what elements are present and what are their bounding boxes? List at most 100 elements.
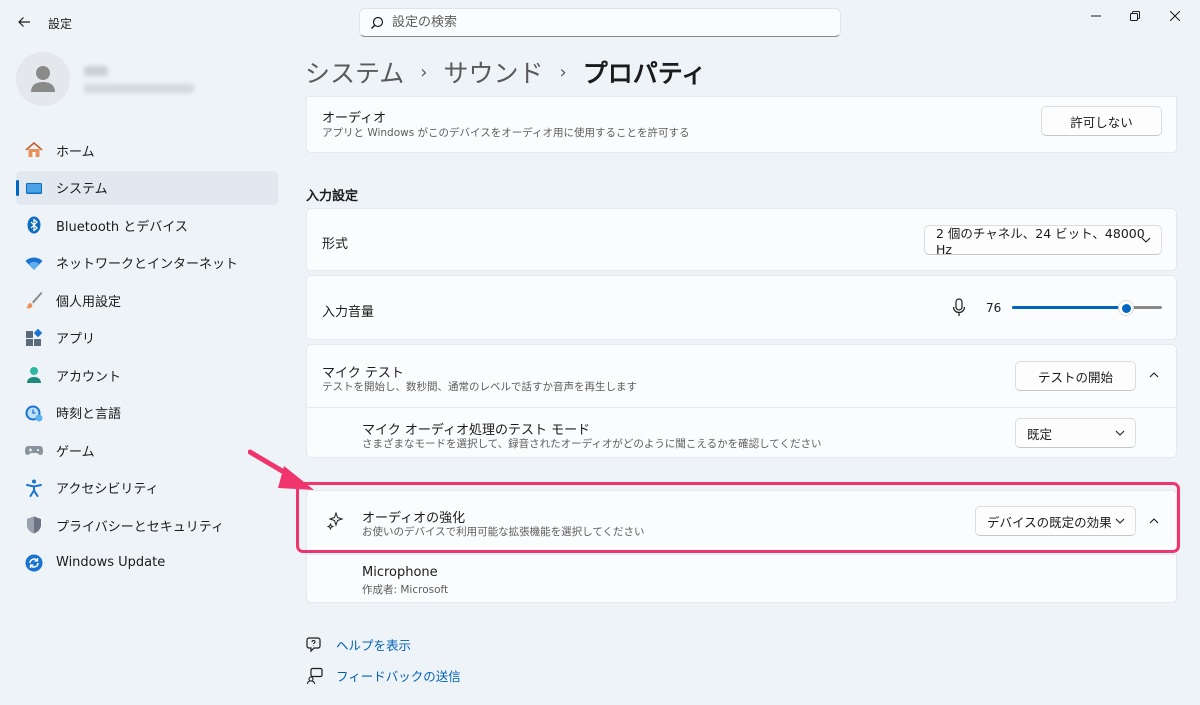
format-card: 形式 2 個のチャネル、24 ビット、48000 Hz xyxy=(306,208,1177,271)
profile-email-redacted xyxy=(84,84,194,93)
chevron-down-icon xyxy=(1141,237,1151,243)
sidebar-item-label: 個人用設定 xyxy=(56,294,122,310)
divider xyxy=(307,554,1176,555)
apps-icon xyxy=(24,328,44,348)
breadcrumb-sound[interactable]: サウンド xyxy=(443,54,543,90)
test-mode-subtitle: さまざまなモードを選択して、録音されたオーディオがどのように聞こえるかを確認して… xyxy=(362,438,822,450)
back-button[interactable] xyxy=(12,10,36,34)
settings-search-box[interactable] xyxy=(359,8,841,37)
enhancements-dropdown[interactable]: デバイスの既定の効果 xyxy=(975,506,1136,536)
sidebar-item-label: プライバシーとセキュリティ xyxy=(56,519,224,535)
enhancements-value: デバイスの既定の効果 xyxy=(987,514,1112,530)
gamepad-icon xyxy=(24,440,44,460)
start-test-button[interactable]: テストの開始 xyxy=(1015,361,1136,391)
format-label: 形式 xyxy=(322,237,349,252)
breadcrumb-system[interactable]: システム xyxy=(305,54,404,90)
sidebar-item-label: Windows Update xyxy=(56,555,166,570)
sidebar-item-label: システム xyxy=(56,182,108,197)
sidebar-item-system[interactable]: システム xyxy=(16,170,278,205)
sidebar-item-label: ネットワークとインターネット xyxy=(56,257,239,272)
audio-subtitle: アプリと Windows がこのデバイスをオーディオ用に使用することを許可する xyxy=(322,127,690,139)
chevron-right-icon: › xyxy=(559,61,567,83)
time-language-icon xyxy=(24,403,44,423)
feedback-link[interactable]: フィードバックの送信 xyxy=(306,666,461,685)
close-icon xyxy=(1170,11,1180,21)
brush-icon xyxy=(24,290,44,310)
microphone-icon[interactable] xyxy=(952,298,966,318)
app-title: 設定 xyxy=(48,17,73,31)
system-icon xyxy=(24,178,44,198)
mic-test-card: マイク テスト テストを開始し、数秒間、通常のレベルで話すか音声を再生します テ… xyxy=(306,344,1177,458)
sidebar-item-privacy-security[interactable]: プライバシーとセキュリティ xyxy=(16,508,278,542)
chevron-up-icon[interactable] xyxy=(1149,372,1159,378)
close-button[interactable] xyxy=(1152,6,1198,26)
sidebar-item-accessibility[interactable]: アクセシビリティ xyxy=(16,471,278,505)
sidebar-item-label: Bluetooth とデバイス xyxy=(56,219,188,235)
format-dropdown[interactable]: 2 個のチャネル、24 ビット、48000 Hz xyxy=(924,225,1162,257)
disallow-audio-button[interactable]: 許可しない xyxy=(1041,106,1162,136)
input-volume-slider[interactable] xyxy=(1012,300,1162,316)
shield-icon xyxy=(24,515,44,535)
sidebar-item-accounts[interactable]: アカウント xyxy=(16,358,278,392)
chevron-down-icon xyxy=(1115,430,1125,436)
slider-fill xyxy=(1012,306,1126,309)
bluetooth-icon xyxy=(24,215,44,235)
sidebar-nav: ホーム システム Bluetooth とデバイス ネットワークとインターネット … xyxy=(16,133,278,583)
enhancement-provider-name: Microphone xyxy=(362,565,438,580)
help-link-label: ヘルプを表示 xyxy=(336,638,412,653)
sidebar-item-time-language[interactable]: 時刻と言語 xyxy=(16,396,278,430)
feedback-icon xyxy=(306,667,324,685)
input-volume-value: 76 xyxy=(986,301,1002,315)
slider-thumb[interactable] xyxy=(1118,300,1134,316)
sidebar-item-home[interactable]: ホーム xyxy=(16,133,278,167)
chevron-down-icon xyxy=(1115,518,1125,524)
sidebar-item-apps[interactable]: アプリ xyxy=(16,321,278,355)
search-icon xyxy=(371,16,384,29)
back-arrow-icon xyxy=(18,17,30,27)
sidebar-item-label: ホーム xyxy=(56,144,95,160)
audio-enhancements-card: オーディオの強化 お使いのデバイスで利用可能な拡張機能を選択してください デバイ… xyxy=(306,490,1177,603)
test-mode-dropdown[interactable]: 既定 xyxy=(1015,418,1136,448)
sidebar-item-personalization[interactable]: 個人用設定 xyxy=(16,283,278,317)
accessibility-icon xyxy=(24,478,44,498)
mic-test-subtitle: テストを開始し、数秒間、通常のレベルで話すか音声を再生します xyxy=(322,381,637,393)
account-icon xyxy=(24,365,44,385)
page-title: プロパティ xyxy=(582,59,707,88)
feedback-link-label: フィードバックの送信 xyxy=(336,669,461,684)
input-volume-label: 入力音量 xyxy=(322,305,375,320)
enhancement-provider-author: 作成者: Microsoft xyxy=(362,584,449,596)
format-value: 2 個のチャネル、24 ビット、48000 Hz xyxy=(936,226,1145,257)
input-settings-heading: 入力設定 xyxy=(306,189,359,204)
update-icon xyxy=(24,553,44,573)
sidebar-item-bluetooth[interactable]: Bluetooth とデバイス xyxy=(16,208,278,242)
enhancements-subtitle: お使いのデバイスで利用可能な拡張機能を選択してください xyxy=(362,526,645,538)
avatar[interactable] xyxy=(16,52,70,106)
profile-name-redacted xyxy=(84,66,108,76)
divider xyxy=(307,407,1176,408)
audio-permission-card: オーディオ アプリと Windows がこのデバイスをオーディオ用に使用すること… xyxy=(306,96,1177,153)
home-icon xyxy=(24,140,44,160)
help-link[interactable]: ヘルプを表示 xyxy=(306,635,411,654)
breadcrumb: システム › サウンド › プロパティ xyxy=(305,52,706,92)
sparkle-icon xyxy=(327,512,344,530)
audio-title: オーディオ xyxy=(322,111,387,126)
search-input[interactable] xyxy=(392,15,812,30)
test-mode-value: 既定 xyxy=(1027,426,1053,442)
sidebar-item-windows-update[interactable]: Windows Update xyxy=(16,546,278,580)
annotation-arrow-icon xyxy=(248,449,314,490)
minimize-icon xyxy=(1091,15,1101,17)
wifi-icon xyxy=(24,253,44,273)
chevron-right-icon: › xyxy=(420,61,428,83)
chevron-up-icon[interactable] xyxy=(1149,518,1159,524)
sidebar-item-label: ゲーム xyxy=(56,444,95,460)
sidebar-item-label: アカウント xyxy=(56,369,122,385)
sidebar-item-gaming[interactable]: ゲーム xyxy=(16,433,278,467)
sidebar-item-label: アクセシビリティ xyxy=(56,482,159,497)
sidebar-item-network[interactable]: ネットワークとインターネット xyxy=(16,246,278,280)
help-icon xyxy=(306,636,324,654)
title-bar: 設定 xyxy=(0,0,1200,46)
user-avatar-icon xyxy=(31,66,55,92)
sidebar-item-label: 時刻と言語 xyxy=(56,407,122,422)
sidebar-item-label: アプリ xyxy=(56,332,96,347)
restore-icon xyxy=(1130,11,1140,21)
